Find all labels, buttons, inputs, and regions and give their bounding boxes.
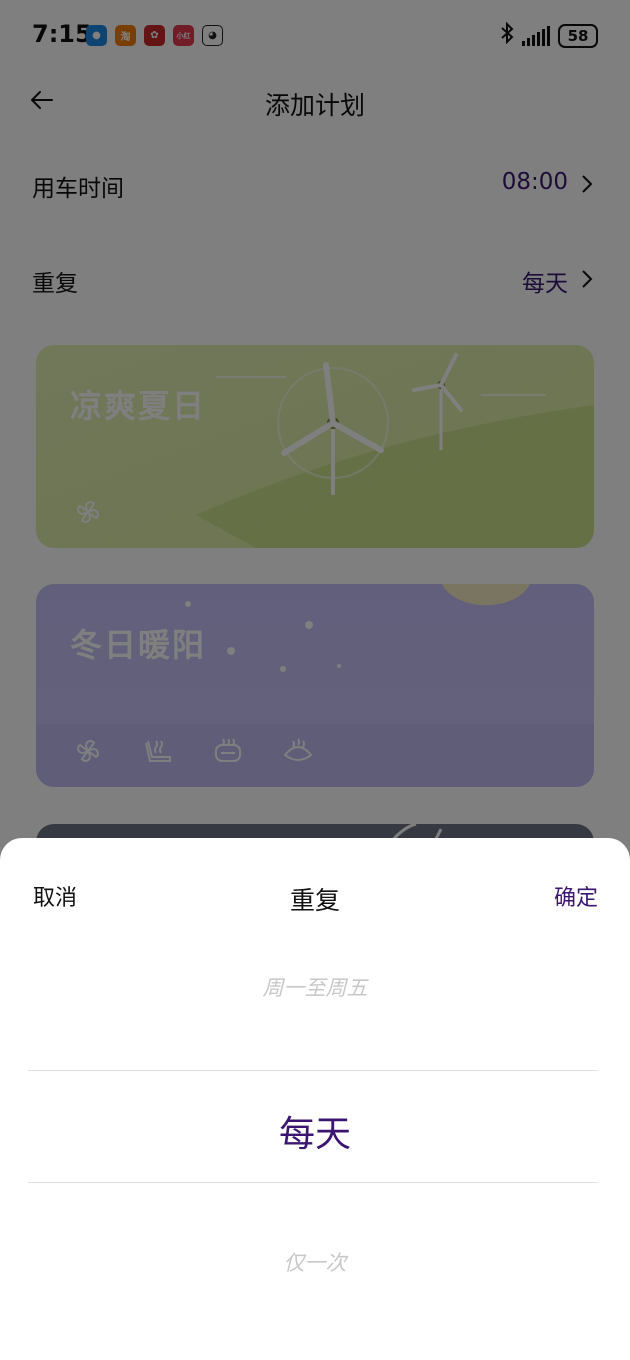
confirm-button[interactable]: 确定 [554, 880, 598, 912]
picker-option-once[interactable]: 仅一次 [0, 1247, 630, 1277]
picker-option-weekdays[interactable]: 周一至周五 [0, 972, 630, 1002]
add-plan-page: 7:15 ● 淘 ✿ 小红 ◕ 58 添加计划 用车时间 08:00 [0, 0, 630, 1360]
picker-divider-top [28, 1070, 598, 1071]
picker-divider-bottom [28, 1182, 598, 1183]
picker-option-everyday[interactable]: 每天 [0, 1105, 630, 1157]
sheet-title: 重复 [289, 886, 340, 915]
repeat-picker-sheet: 取消 重复 确定 周一至周五 每天 仅一次 [0, 838, 630, 1360]
